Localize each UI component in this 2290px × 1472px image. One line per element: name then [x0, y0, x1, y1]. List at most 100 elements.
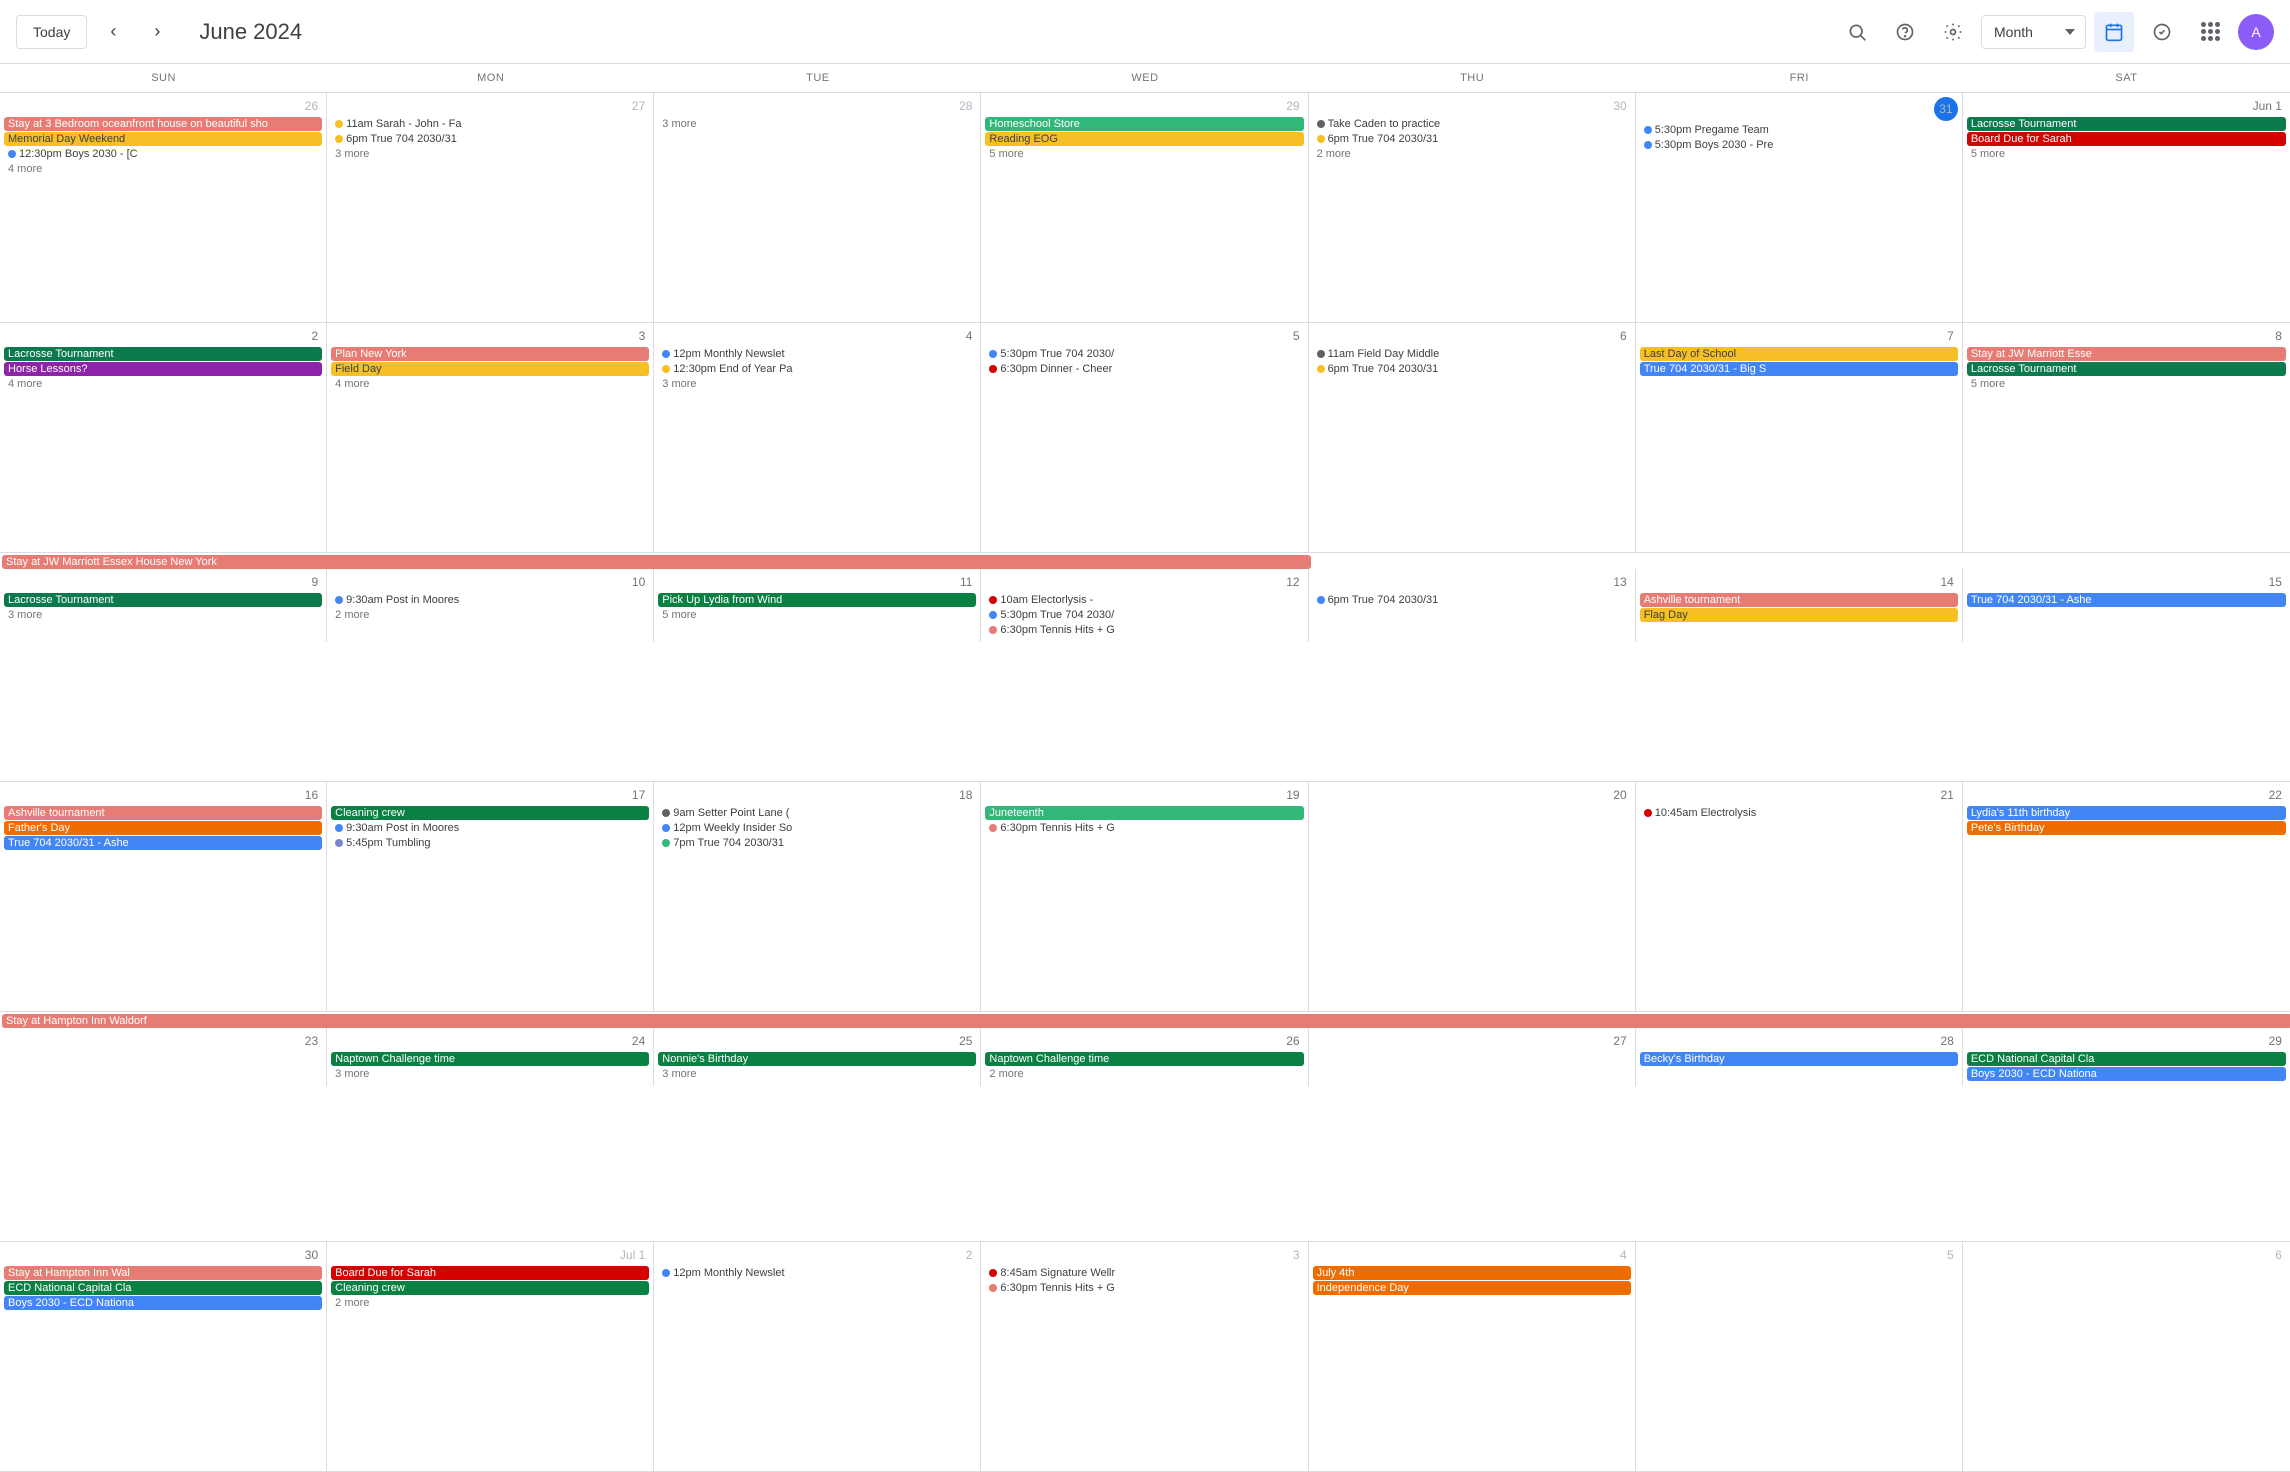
day-cell[interactable]: 136pm True 704 2030/31 — [1309, 569, 1636, 642]
day-cell[interactable]: 29ECD National Capital ClaBoys 2030 - EC… — [1963, 1028, 2290, 1086]
calendar-event-span[interactable]: Stay at JW Marriott Essex House New York — [2, 555, 1311, 569]
more-events-link[interactable]: 3 more — [4, 608, 322, 622]
calendar-event[interactable]: 5:30pm True 704 2030/ — [985, 608, 1303, 622]
calendar-event[interactable]: 7pm True 704 2030/31 — [658, 836, 976, 850]
calendar-event-span[interactable]: Stay at Hampton Inn Waldorf — [2, 1014, 2290, 1028]
calendar-event[interactable]: Pick Up Lydia from Wind — [658, 593, 976, 607]
day-cell[interactable]: 611am Field Day Middle6pm True 704 2030/… — [1309, 323, 1636, 552]
calendar-event[interactable]: Plan New York — [331, 347, 649, 361]
day-cell[interactable]: 11Pick Up Lydia from Wind5 more — [654, 569, 981, 642]
more-events-link[interactable]: 3 more — [331, 1067, 649, 1081]
more-events-link[interactable]: 2 more — [331, 1296, 649, 1310]
more-events-link[interactable]: 3 more — [658, 117, 976, 131]
calendar-event[interactable]: Cleaning crew — [331, 1281, 649, 1295]
day-cell[interactable]: 3Plan New YorkField Day4 more — [327, 323, 654, 552]
day-cell[interactable]: 7Last Day of SchoolTrue 704 2030/31 - Bi… — [1636, 323, 1963, 552]
more-events-link[interactable]: 2 more — [331, 608, 649, 622]
day-cell[interactable]: 4July 4thIndependence Day — [1309, 1242, 1636, 1471]
calendar-event[interactable]: True 704 2030/31 - Ashe — [4, 836, 322, 850]
day-cell[interactable]: 30Stay at Hampton Inn WalECD National Ca… — [0, 1242, 327, 1471]
more-events-link[interactable]: 4 more — [4, 162, 322, 176]
calendar-event[interactable]: 6:30pm Tennis Hits + G — [985, 623, 1303, 637]
calendar-event[interactable]: 9:30am Post in Moores — [331, 821, 649, 835]
calendar-event[interactable]: Field Day — [331, 362, 649, 376]
day-cell[interactable]: 283 more — [654, 93, 981, 322]
day-cell[interactable]: 30Take Caden to practice6pm True 704 203… — [1309, 93, 1636, 322]
calendar-event[interactable]: 6:30pm Dinner - Cheer — [985, 362, 1303, 376]
calendar-event[interactable]: Naptown Challenge time — [331, 1052, 649, 1066]
day-cell[interactable]: 8Stay at JW Marriott EsseLacrosse Tourna… — [1963, 323, 2290, 552]
day-cell[interactable]: 6 — [1963, 1242, 2290, 1471]
day-cell[interactable]: 189am Setter Point Lane (12pm Weekly Ins… — [654, 782, 981, 1011]
settings-button[interactable] — [1933, 12, 1973, 52]
calendar-event[interactable]: Horse Lessons? — [4, 362, 322, 376]
today-button[interactable]: Today — [16, 15, 87, 49]
calendar-event[interactable]: Nonnie's Birthday — [658, 1052, 976, 1066]
calendar-event[interactable]: 6pm True 704 2030/31 — [331, 132, 649, 146]
more-events-link[interactable]: 5 more — [985, 147, 1303, 161]
search-button[interactable] — [1837, 12, 1877, 52]
calendar-event[interactable]: 6pm True 704 2030/31 — [1313, 362, 1631, 376]
calendar-event[interactable]: Naptown Challenge time — [985, 1052, 1303, 1066]
more-events-link[interactable]: 2 more — [1313, 147, 1631, 161]
calendar-event[interactable]: Ashville tournament — [1640, 593, 1958, 607]
avatar[interactable]: A — [2238, 14, 2274, 50]
calendar-event[interactable]: 12pm Monthly Newslet — [658, 347, 976, 361]
calendar-event[interactable]: 10am Electorlysis - — [985, 593, 1303, 607]
day-cell[interactable]: 5 — [1636, 1242, 1963, 1471]
calendar-event[interactable]: 12:30pm End of Year Pa — [658, 362, 976, 376]
day-cell[interactable]: 19Juneteenth6:30pm Tennis Hits + G — [981, 782, 1308, 1011]
day-cell[interactable]: 412pm Monthly Newslet12:30pm End of Year… — [654, 323, 981, 552]
prev-button[interactable]: ‹ — [95, 14, 131, 50]
calendar-event[interactable]: Lacrosse Tournament — [1967, 362, 2286, 376]
more-events-link[interactable]: 4 more — [4, 377, 322, 391]
calendar-event[interactable]: ECD National Capital Cla — [1967, 1052, 2286, 1066]
more-events-link[interactable]: 2 more — [985, 1067, 1303, 1081]
calendar-event[interactable]: Board Due for Sarah — [331, 1266, 649, 1280]
calendar-event[interactable]: Boys 2030 - ECD Nationa — [1967, 1067, 2286, 1081]
calendar-event[interactable]: 6:30pm Tennis Hits + G — [985, 821, 1303, 835]
more-events-link[interactable]: 3 more — [658, 1067, 976, 1081]
calendar-event[interactable]: Ashville tournament — [4, 806, 322, 820]
calendar-event[interactable]: Juneteenth — [985, 806, 1303, 820]
calendar-event[interactable]: Lacrosse Tournament — [4, 347, 322, 361]
day-cell[interactable]: 23 — [0, 1028, 327, 1086]
calendar-view-button[interactable] — [2094, 12, 2134, 52]
day-cell[interactable]: 315:30pm Pregame Team5:30pm Boys 2030 - … — [1636, 93, 1963, 322]
day-cell[interactable]: 27 — [1309, 1028, 1636, 1086]
day-cell[interactable]: 14Ashville tournamentFlag Day — [1636, 569, 1963, 642]
more-events-link[interactable]: 5 more — [1967, 377, 2286, 391]
more-events-link[interactable]: 3 more — [331, 147, 649, 161]
view-selector[interactable]: Month Week Day Schedule — [1981, 15, 2086, 49]
calendar-event[interactable]: Becky's Birthday — [1640, 1052, 1958, 1066]
calendar-event[interactable]: Memorial Day Weekend — [4, 132, 322, 146]
calendar-event[interactable]: Reading EOG — [985, 132, 1303, 146]
calendar-event[interactable]: Stay at JW Marriott Esse — [1967, 347, 2286, 361]
day-cell[interactable]: 212pm Monthly Newslet — [654, 1242, 981, 1471]
day-cell[interactable]: 2110:45am Electrolysis — [1636, 782, 1963, 1011]
calendar-event[interactable]: July 4th — [1313, 1266, 1631, 1280]
day-cell[interactable]: 109:30am Post in Moores2 more — [327, 569, 654, 642]
day-cell[interactable]: 25Nonnie's Birthday3 more — [654, 1028, 981, 1086]
calendar-event[interactable]: Cleaning crew — [331, 806, 649, 820]
calendar-event[interactable]: True 704 2030/31 - Big S — [1640, 362, 1958, 376]
calendar-event[interactable]: Board Due for Sarah — [1967, 132, 2286, 146]
calendar-event[interactable]: 5:45pm Tumbling — [331, 836, 649, 850]
day-cell[interactable]: 26Naptown Challenge time2 more — [981, 1028, 1308, 1086]
day-cell[interactable]: 28Becky's Birthday — [1636, 1028, 1963, 1086]
day-cell[interactable]: 17Cleaning crew9:30am Post in Moores5:45… — [327, 782, 654, 1011]
more-events-link[interactable]: 3 more — [658, 377, 976, 391]
calendar-event[interactable]: 5:30pm Pregame Team — [1640, 123, 1958, 137]
calendar-event[interactable]: Stay at 3 Bedroom oceanfront house on be… — [4, 117, 322, 131]
day-cell[interactable]: 2Lacrosse TournamentHorse Lessons?4 more — [0, 323, 327, 552]
apps-button[interactable] — [2190, 12, 2230, 52]
calendar-event[interactable]: Homeschool Store — [985, 117, 1303, 131]
next-button[interactable]: › — [139, 14, 175, 50]
calendar-event[interactable]: 11am Field Day Middle — [1313, 347, 1631, 361]
calendar-event[interactable]: 9:30am Post in Moores — [331, 593, 649, 607]
calendar-event[interactable]: 6:30pm Tennis Hits + G — [985, 1281, 1303, 1295]
day-cell[interactable]: 22Lydia's 11th birthdayPete's Birthday — [1963, 782, 2290, 1011]
help-button[interactable] — [1885, 12, 1925, 52]
day-cell[interactable]: 15True 704 2030/31 - Ashe — [1963, 569, 2290, 642]
day-cell[interactable]: 29Homeschool StoreReading EOG5 more — [981, 93, 1308, 322]
